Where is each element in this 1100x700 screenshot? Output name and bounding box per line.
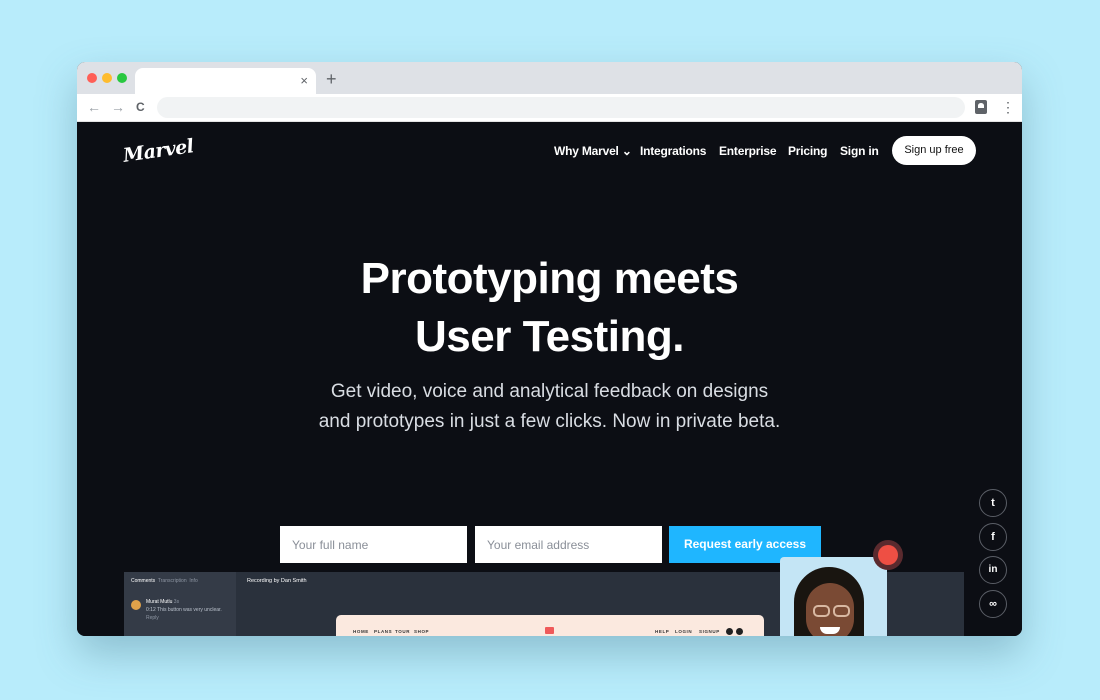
hero-headline-line-1: Prototyping meets <box>360 254 739 303</box>
close-window-dot[interactable] <box>87 73 97 83</box>
mail-icon <box>545 627 554 634</box>
glasses-right <box>833 605 850 617</box>
preview-sidebar: Comments Transcription Info Murat Mutlu … <box>124 572 236 636</box>
nav-pricing[interactable]: Pricing <box>788 144 827 158</box>
prototype-nav-signup: SIGNUP <box>699 629 720 634</box>
prototype-nav-login: LOGIN <box>675 629 693 634</box>
comment-text: 0:12 This button was very unclear. <box>146 607 222 613</box>
back-icon[interactable]: ← <box>87 98 101 116</box>
marvel-landing-page: Marvel Why Marvel ⌄ Integrations Enterpr… <box>77 122 1022 636</box>
link-icon[interactable]: ∞ <box>979 590 1007 618</box>
preview-tabs: Comments Transcription Info <box>131 578 198 584</box>
prototype-nav-tour: TOUR <box>395 629 411 634</box>
preview-tab-transcription[interactable]: Transcription <box>158 578 187 584</box>
reload-icon[interactable]: C <box>136 98 145 116</box>
hero-subtitle-line-1: Get video, voice and analytical feedback… <box>330 381 769 402</box>
twitter-icon <box>736 628 743 635</box>
preview-tab-comments[interactable]: Comments <box>131 578 155 584</box>
full-name-input[interactable] <box>280 526 467 563</box>
nav-why-marvel[interactable]: Why Marvel ⌄ <box>554 144 632 158</box>
hero-subtitle: Get video, voice and analytical feedback… <box>77 377 1022 437</box>
comment-time: 3s <box>173 599 180 605</box>
recording-title: Recording by Dan Smith <box>247 578 307 584</box>
twitter-icon[interactable]: t <box>979 489 1007 517</box>
webcam-video <box>780 557 887 636</box>
comment-reply-link[interactable]: Reply <box>146 615 159 621</box>
prototype-frame: HOME PLANS TOUR SHOP HELP LOGIN SIGNUP <box>336 615 764 636</box>
prototype-nav-shop: SHOP <box>414 629 430 634</box>
sign-up-button[interactable]: Sign up free <box>892 136 976 165</box>
browser-tab[interactable]: × <box>135 68 316 94</box>
nav-enterprise[interactable]: Enterprise <box>719 144 777 158</box>
browser-window: × + ← → C ⋮ Marvel Why Marvel ⌄ Integrat… <box>77 62 1022 636</box>
email-input[interactable] <box>475 526 662 563</box>
marvel-logo[interactable]: Marvel <box>122 135 195 167</box>
linkedin-icon[interactable]: in <box>979 556 1007 584</box>
nav-sign-in[interactable]: Sign in <box>840 144 879 158</box>
comment-author-name: Murat Mutlu <box>146 599 173 605</box>
facebook-icon[interactable]: f <box>979 523 1007 551</box>
comment-author: Murat Mutlu 3s <box>146 599 179 605</box>
hero-headline: Prototyping meets User Testing. <box>77 250 1022 366</box>
nav-why-marvel-label: Why Marvel <box>554 144 619 158</box>
record-button[interactable] <box>878 545 898 565</box>
preview-tab-info[interactable]: Info <box>189 578 197 584</box>
browser-menu-icon[interactable]: ⋮ <box>1001 98 1015 116</box>
maximize-window-dot[interactable] <box>117 73 127 83</box>
close-tab-icon[interactable]: × <box>300 72 308 90</box>
prototype-nav-help: HELP <box>655 629 670 634</box>
minimize-window-dot[interactable] <box>102 73 112 83</box>
nav-integrations[interactable]: Integrations <box>640 144 706 158</box>
hero-headline-line-2: User Testing. <box>415 312 684 361</box>
browser-tabbar: × + <box>77 62 1022 94</box>
forward-icon[interactable]: → <box>111 98 125 116</box>
hero-subtitle-line-2: and prototypes in just a few clicks. Now… <box>318 411 781 432</box>
new-tab-icon[interactable]: + <box>326 69 337 89</box>
prototype-nav-home: HOME <box>353 629 369 634</box>
chevron-down-icon: ⌄ <box>621 144 632 158</box>
glasses-left <box>813 605 830 617</box>
facebook-icon <box>726 628 733 635</box>
address-bar[interactable] <box>157 97 965 118</box>
profile-icon[interactable] <box>975 100 987 114</box>
browser-toolbar: ← → C ⋮ <box>77 94 1022 122</box>
avatar <box>131 600 141 610</box>
prototype-nav-plans: PLANS <box>374 629 393 634</box>
